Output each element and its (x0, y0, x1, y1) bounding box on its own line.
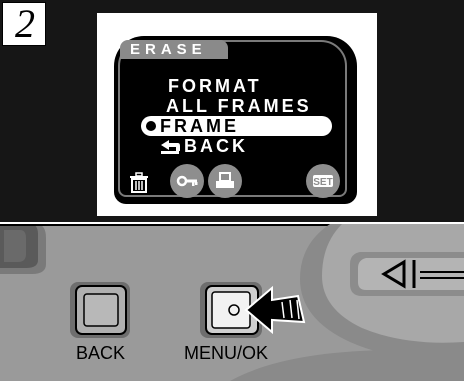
menu-item-back[interactable]: BACK (184, 136, 248, 156)
menu-ok-button[interactable] (200, 282, 262, 338)
menu-ok-button-label: MENU/OK (184, 343, 269, 363)
menu-title: ERASE (130, 41, 207, 58)
illustration-frame: 2 ERASE FORMAT ALL FRAMES FRAME BACK SET… (0, 0, 464, 381)
print-icon (208, 164, 242, 198)
step-number: 2 (15, 1, 35, 46)
back-button[interactable] (70, 282, 130, 338)
menu-item-frame[interactable]: FRAME (160, 116, 239, 136)
menu-item-format[interactable]: FORMAT (168, 76, 262, 96)
step-number-badge: 2 (2, 1, 46, 46)
trash-icon (130, 172, 148, 193)
set-icon: SET (306, 164, 340, 198)
selection-bullet-icon (146, 121, 156, 131)
set-icon-label: SET (313, 177, 332, 188)
back-arrow-icon (161, 140, 180, 154)
protect-key-icon (170, 164, 204, 198)
back-button-label: BACK (76, 343, 126, 363)
menu-item-format-all-frames[interactable]: ALL FRAMES (166, 96, 312, 116)
